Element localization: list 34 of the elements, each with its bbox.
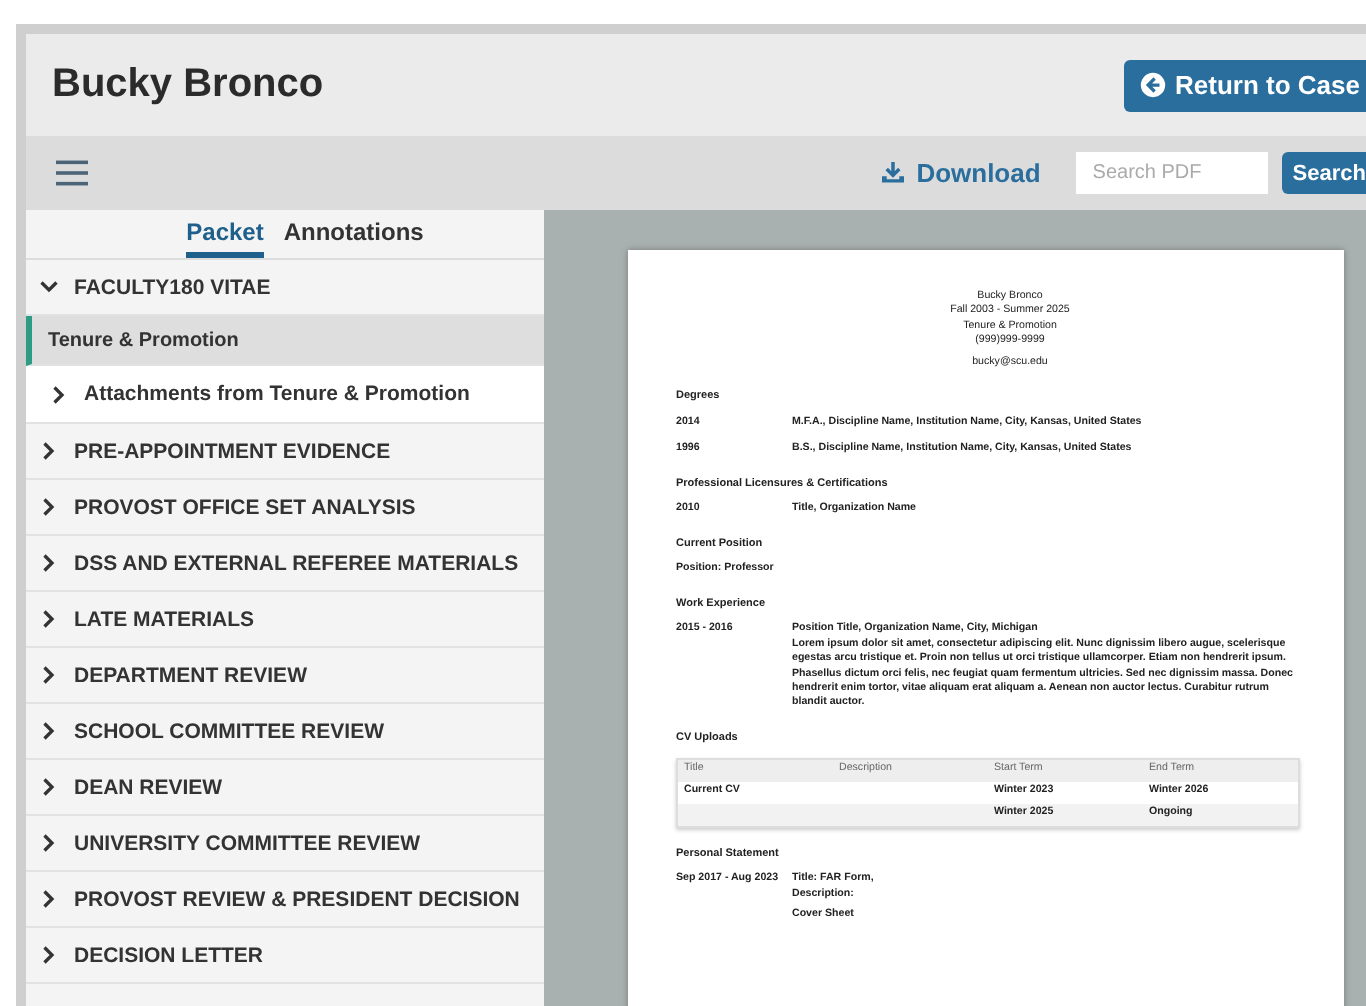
search-field[interactable]: Search PDF <box>1076 152 1269 194</box>
download-icon <box>882 162 905 184</box>
sidebar-item[interactable]: DECISION LETTER <box>26 928 544 984</box>
sidebar-item[interactable]: DEAN REVIEW <box>26 760 544 816</box>
sidebar-item[interactable]: PRE-APPOINTMENT EVIDENCE <box>26 424 544 480</box>
sidebar-item[interactable]: UNIVERSITY COMMITTEE REVIEW <box>26 816 544 872</box>
chevron-right-icon <box>40 778 58 796</box>
chevron-right-icon <box>40 666 58 684</box>
chevron-right-icon <box>40 946 58 964</box>
sidebar-item[interactable]: LATE MATERIALS <box>26 592 544 648</box>
sidebar-item[interactable]: PROVOST OFFICE SET ANALYSIS <box>26 480 544 536</box>
chevron-right-icon <box>40 442 58 460</box>
chevron-down-icon <box>40 278 58 296</box>
tab[interactable]: Annotations <box>283 218 424 258</box>
page-title: Bucky Bronco <box>52 62 324 108</box>
chevron-right-icon <box>40 722 58 740</box>
download-link[interactable]: Download <box>882 158 1041 188</box>
tab[interactable]: Packet <box>186 218 264 258</box>
sidebar-item[interactable]: PROVOST REVIEW & PRESIDENT DECISION <box>26 872 544 928</box>
arrow-left-circle-icon <box>1139 72 1166 98</box>
return-button[interactable]: Return to Case <box>1123 59 1366 111</box>
sidebar-item[interactable]: DSS AND EXTERNAL REFEREE MATERIALS <box>26 536 544 592</box>
sidebar-item[interactable]: SCHOOL COMMITTEE REVIEW <box>26 704 544 760</box>
sidebar-item[interactable]: DEPARTMENT REVIEW <box>26 648 544 704</box>
chevron-right-icon <box>40 890 58 908</box>
chevron-right-icon <box>40 498 58 516</box>
chevron-right-icon <box>40 554 58 572</box>
search-button[interactable]: Search <box>1282 152 1366 194</box>
chevron-right-icon <box>40 610 58 628</box>
chevron-right-icon <box>50 385 68 403</box>
menu-icon <box>56 160 88 186</box>
sidebar-item[interactable]: Attachments from Tenure & Promotion <box>26 366 544 424</box>
sidebar-section[interactable]: Tenure & Promotion <box>26 316 544 366</box>
chevron-right-icon <box>40 834 58 852</box>
